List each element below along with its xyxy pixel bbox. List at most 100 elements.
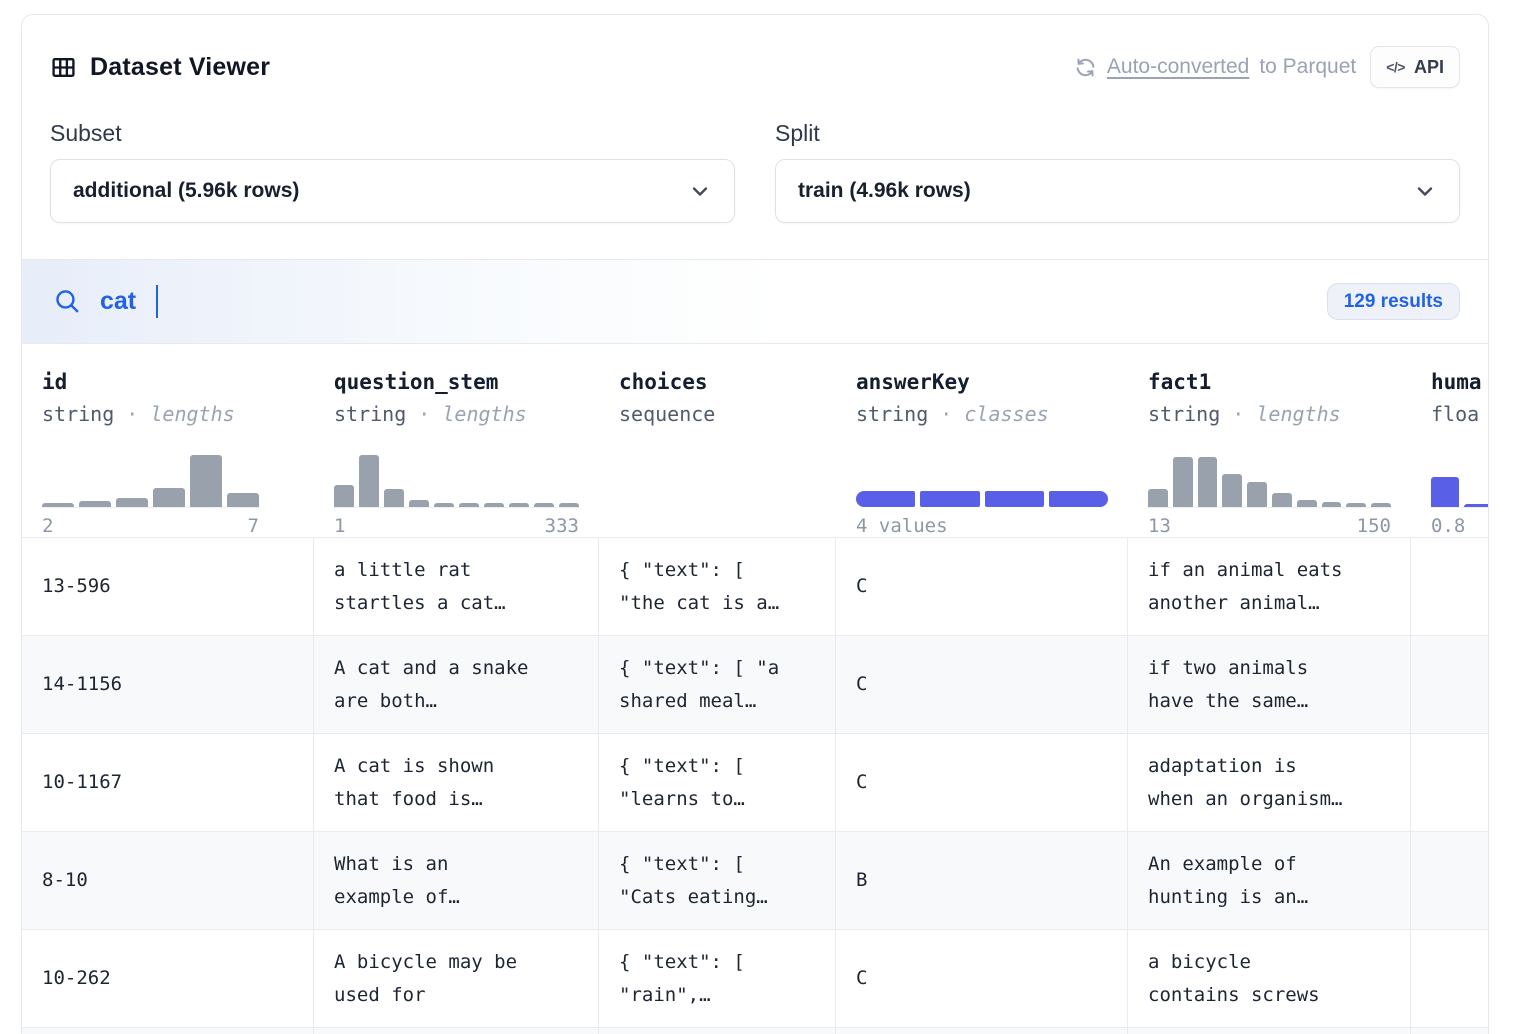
cell-value: 14-1156: [42, 668, 122, 701]
column-header-choices: choices sequence: [599, 344, 836, 537]
column-type: floa: [1431, 402, 1479, 426]
subset-label: Subset: [50, 117, 735, 149]
split-value: train (4.96k rows): [798, 179, 971, 203]
code-icon: </>: [1386, 59, 1405, 75]
data-table[interactable]: id string · lengths 2 7 question_stem: [22, 344, 1489, 1034]
cell-human-score: [1411, 734, 1489, 831]
auto-converted-note: Auto-converted to Parquet: [1074, 55, 1356, 79]
chevron-down-icon: [1413, 179, 1437, 203]
table-row: 8-10 What is an example of… { "text": [ …: [22, 831, 1489, 929]
cell-value: C: [856, 766, 867, 799]
cell-fact1: An example of hunting is an…: [1128, 832, 1411, 929]
histogram-fact1: [1148, 455, 1391, 508]
column-type: string: [856, 402, 928, 426]
dot-separator: ·: [940, 402, 952, 426]
cell-value: B: [856, 864, 867, 897]
cell-value: A cat is shown that food is…: [334, 750, 494, 816]
dot-separator: ·: [1232, 402, 1244, 426]
cell-value: if two animals have the same…: [1148, 652, 1308, 718]
text-cursor: [156, 285, 158, 318]
hist-min: 2: [42, 515, 53, 537]
cell-choices: { "text": [ "the cat is a…: [599, 538, 836, 635]
filters-row: Subset additional (5.96k rows) Split tra…: [50, 117, 1460, 223]
column-name: id: [42, 368, 294, 396]
column-type-line: string · lengths: [1148, 401, 1391, 428]
cell-human-score: [1411, 636, 1489, 733]
cell-choices: { "text": [ "a shared meal…: [599, 636, 836, 733]
cell-fact1: if an animal eats another animal…: [1128, 538, 1411, 635]
cell-choices: { "text": [ "learns to…: [599, 734, 836, 831]
column-subtype: lengths: [442, 402, 526, 426]
auto-converted-suffix: to Parquet: [1259, 55, 1356, 79]
column-name: choices: [619, 368, 816, 396]
column-type-line: sequence: [619, 401, 816, 428]
auto-converted-link[interactable]: Auto-converted: [1107, 55, 1249, 79]
chevron-down-icon: [688, 179, 712, 203]
cell-fact1: [1128, 1028, 1411, 1034]
column-header-id: id string · lengths 2 7: [22, 344, 314, 537]
column-type-line: string · lengths: [42, 401, 294, 428]
class-distribution-bar: [856, 455, 1108, 508]
cell-question-stem: a little rat startles a cat…: [314, 538, 599, 635]
cell-choices: { "text": [ "rain",…: [599, 930, 836, 1027]
api-button[interactable]: </> API: [1370, 46, 1460, 88]
cell-value: adaptation is when an organism…: [1148, 750, 1342, 816]
cell-choices: { "text": [ "Cats eating…: [599, 832, 836, 929]
cell-id: [22, 1028, 314, 1034]
cell-value: An example of hunting is an…: [1148, 848, 1308, 914]
cell-value: 10-1167: [42, 766, 122, 799]
cell-answer-key: C: [836, 636, 1128, 733]
column-name: fact1: [1148, 368, 1391, 396]
histogram-question-stem: [334, 455, 579, 508]
cell-value: C: [856, 962, 867, 995]
cell-fact1: adaptation is when an organism…: [1128, 734, 1411, 831]
search-input[interactable]: cat: [53, 285, 1327, 318]
hist-max: 150: [1357, 515, 1391, 537]
cell-id: 13-596: [22, 538, 314, 635]
cell-value: { "text": [ "rain",…: [619, 946, 745, 1012]
column-subtype: classes: [964, 402, 1048, 426]
cell-id: 10-262: [22, 930, 314, 1027]
header-actions: Auto-converted to Parquet </> API: [1074, 46, 1460, 88]
cell-value: 8-10: [42, 864, 88, 897]
cell-choices: [599, 1028, 836, 1034]
cell-value: { "text": [ "a shared meal…: [619, 652, 779, 718]
split-label: Split: [775, 117, 1460, 149]
column-type-line: string · lengths: [334, 401, 579, 428]
column-type: string: [1148, 402, 1220, 426]
hist-min: 4 values: [856, 515, 948, 537]
cell-human-score: [1411, 930, 1489, 1027]
column-name: question_stem: [334, 368, 579, 396]
column-header-fact1: fact1 string · lengths 13 150: [1128, 344, 1411, 537]
cell-fact1: if two animals have the same…: [1128, 636, 1411, 733]
results-count-badge: 129 results: [1327, 283, 1460, 320]
column-name: answerKey: [856, 368, 1108, 396]
column-type: sequence: [619, 402, 715, 426]
split-select[interactable]: train (4.96k rows): [775, 159, 1460, 223]
table-row-partial: [22, 1027, 1489, 1034]
cell-answer-key: B: [836, 832, 1128, 929]
split-filter: Split train (4.96k rows): [775, 117, 1460, 223]
hist-max: 7: [248, 515, 259, 537]
cell-answer-key: C: [836, 538, 1128, 635]
cell-value: A cat and a snake are both…: [334, 652, 528, 718]
cell-value: { "text": [ "the cat is a…: [619, 554, 779, 620]
cell-value: { "text": [ "Cats eating…: [619, 848, 768, 914]
cell-value: C: [856, 570, 867, 603]
hist-max: 333: [545, 515, 579, 537]
cell-id: 14-1156: [22, 636, 314, 733]
column-type-line: string · classes: [856, 401, 1108, 428]
cell-value: { "text": [ "learns to…: [619, 750, 745, 816]
cell-question-stem: What is an example of…: [314, 832, 599, 929]
histogram-range: 1 333: [334, 508, 579, 537]
cell-fact1: a bicycle contains screws: [1128, 930, 1411, 1027]
hist-min: 1: [334, 515, 345, 537]
table-row: 10-1167 A cat is shown that food is… { "…: [22, 733, 1489, 831]
subset-select[interactable]: additional (5.96k rows): [50, 159, 735, 223]
card-header: Dataset Viewer Auto-converted to Parquet: [50, 47, 1460, 87]
page-title: Dataset Viewer: [90, 53, 270, 82]
cell-value: What is an example of…: [334, 848, 460, 914]
column-type: string: [42, 402, 114, 426]
histogram-human-score: [1431, 455, 1489, 508]
dot-separator: ·: [418, 402, 430, 426]
